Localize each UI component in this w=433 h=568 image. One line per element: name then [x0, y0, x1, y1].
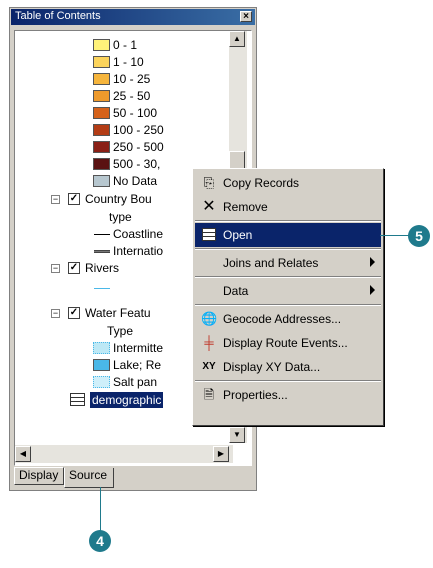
tab-source[interactable]: Source: [64, 468, 114, 488]
legend-label: Internatio: [113, 244, 164, 258]
menu-geocode[interactable]: 🌐 Geocode Addresses...: [195, 307, 381, 331]
layer-visibility-checkbox[interactable]: ✓: [68, 307, 80, 319]
layer-label: Country Bou: [85, 192, 152, 206]
tab-display[interactable]: Display: [14, 467, 64, 485]
submenu-arrow-icon: [370, 285, 375, 295]
menu-label: Joins and Relates: [223, 256, 319, 270]
callout-step-4: 4: [89, 530, 111, 552]
menu-separator: [195, 304, 381, 306]
legend-label: No Data: [113, 174, 158, 188]
layer-label: Rivers: [85, 261, 120, 275]
menu-label: Geocode Addresses...: [223, 312, 342, 326]
legend-label: 10 - 25: [113, 72, 151, 86]
menu-label: Remove: [223, 200, 268, 214]
color-swatch: [93, 376, 110, 388]
color-swatch: [93, 158, 110, 170]
menu-copy-records[interactable]: ⎘ Copy Records: [195, 171, 381, 195]
table-icon: [70, 393, 85, 406]
menu-label: Copy Records: [223, 176, 300, 190]
scroll-up-icon[interactable]: ▲: [229, 31, 245, 47]
table-icon: [202, 228, 216, 241]
field-label: Type: [107, 324, 134, 338]
callout-leader-line: [100, 487, 101, 533]
scroll-left-icon[interactable]: ◀: [15, 446, 31, 462]
collapse-icon[interactable]: −: [51, 195, 60, 204]
menu-route-events[interactable]: ╪ Display Route Events...: [195, 331, 381, 355]
legend-label: Intermitte: [113, 341, 164, 355]
color-swatch: [93, 39, 110, 51]
menu-separator: [195, 380, 381, 382]
line-symbol-icon: [94, 234, 110, 235]
menu-separator: [195, 276, 381, 278]
callout-leader-line: [380, 235, 410, 236]
legend-label: Coastline: [113, 227, 164, 241]
legend-label: 25 - 50: [113, 89, 151, 103]
menu-separator: [195, 220, 381, 222]
close-button[interactable]: ×: [240, 11, 252, 22]
color-swatch: [93, 56, 110, 68]
menu-xy-data[interactable]: XY Display XY Data...: [195, 355, 381, 379]
properties-icon: 🗎: [203, 387, 215, 402]
xy-data-icon: XY: [202, 361, 216, 372]
legend-label: 0 - 1: [113, 38, 138, 52]
submenu-arrow-icon: [370, 257, 375, 267]
color-swatch: [93, 342, 110, 354]
callout-step-5: 5: [408, 225, 430, 247]
menu-separator: [195, 248, 381, 250]
legend-label: Lake; Re: [113, 358, 162, 372]
menu-label: Display Route Events...: [223, 336, 348, 350]
title-bar[interactable]: Table of Contents ×: [11, 9, 255, 25]
scroll-right-icon[interactable]: ▶: [213, 446, 229, 462]
legend-label: 1 - 10: [113, 55, 144, 69]
legend-label: 500 - 30,: [113, 157, 161, 171]
geocode-icon: 🌐: [201, 311, 218, 326]
field-label: type: [109, 210, 132, 224]
collapse-icon[interactable]: −: [51, 264, 60, 273]
color-swatch: [93, 107, 110, 119]
color-swatch: [93, 90, 110, 102]
menu-open[interactable]: Open: [195, 223, 381, 247]
menu-remove[interactable]: ✕ Remove: [195, 195, 381, 219]
menu-label: Display XY Data...: [223, 360, 321, 374]
table-label: demographic: [90, 392, 164, 408]
menu-properties[interactable]: 🗎 Properties...: [195, 383, 381, 407]
color-swatch: [93, 141, 110, 153]
legend-label: 50 - 100: [113, 106, 158, 120]
window-title: Table of Contents: [15, 10, 101, 22]
menu-label: Properties...: [223, 388, 288, 402]
legend-label: Salt pan: [113, 375, 158, 389]
legend-label: 250 - 500: [113, 140, 164, 154]
color-swatch: [93, 359, 110, 371]
route-events-icon: ╪: [204, 335, 214, 350]
layer-visibility-checkbox[interactable]: ✓: [68, 193, 80, 205]
color-swatch: [93, 73, 110, 85]
layer-visibility-checkbox[interactable]: ✓: [68, 262, 80, 274]
remove-icon: ✕: [202, 198, 216, 215]
menu-label: Open: [223, 228, 253, 242]
menu-label: Data: [223, 284, 249, 298]
layer-label: Water Featu: [85, 306, 151, 320]
color-swatch: [93, 124, 110, 136]
collapse-icon[interactable]: −: [51, 309, 60, 318]
scroll-down-icon[interactable]: ▼: [229, 427, 245, 443]
menu-data[interactable]: Data: [195, 279, 381, 303]
copy-records-icon: ⎘: [203, 175, 215, 190]
legend-label: 100 - 250: [113, 123, 164, 137]
horizontal-scrollbar[interactable]: ◀ ▶: [15, 445, 233, 463]
context-menu: ⎘ Copy Records ✕ Remove Open Joins and R…: [192, 168, 384, 426]
line-symbol-icon: [94, 250, 110, 253]
river-symbol-icon: [94, 288, 110, 289]
menu-joins-relates[interactable]: Joins and Relates: [195, 251, 381, 275]
color-swatch: [93, 175, 110, 187]
